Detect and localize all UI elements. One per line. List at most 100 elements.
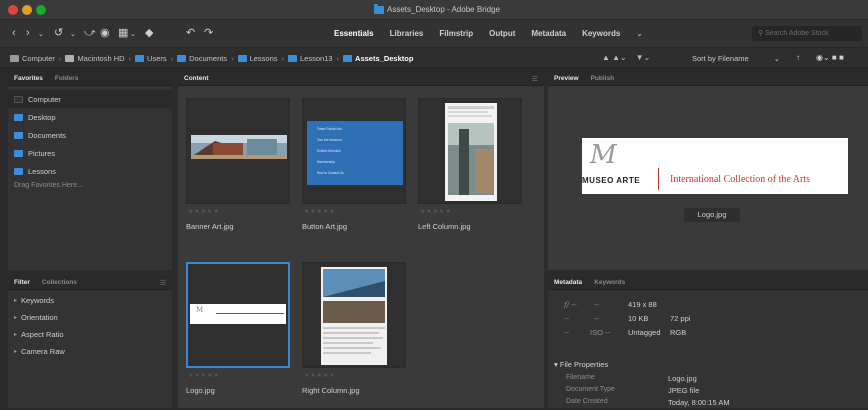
iso-value: ISO --: [590, 328, 610, 337]
crumb-macintosh-hd[interactable]: Macintosh HD: [65, 54, 125, 63]
favorite-pictures[interactable]: Pictures: [8, 144, 172, 162]
metadata-label: Document Type: [566, 386, 615, 393]
close-window-button[interactable]: [8, 5, 18, 15]
tab-filter[interactable]: Filter: [14, 279, 30, 286]
filename-label: Left Column.jpg: [418, 222, 471, 231]
favorite-label: Desktop: [28, 112, 56, 122]
camera-download-icon[interactable]: ◉: [100, 26, 110, 40]
placard-value: --: [594, 314, 599, 323]
refine-icon[interactable]: ▦: [118, 26, 128, 40]
crumb-label: Assets_Desktop: [355, 54, 414, 63]
favorites-drop-hint: Drag Favorites Here...: [14, 182, 83, 189]
tab-metadata[interactable]: Metadata: [554, 279, 582, 286]
favorite-desktop[interactable]: Desktop: [8, 108, 172, 126]
tab-publish[interactable]: Publish: [591, 75, 614, 82]
rating-stars[interactable]: ★★★★★: [420, 208, 452, 215]
favorite-documents[interactable]: Documents: [8, 126, 172, 144]
quality-stars-filter-icon[interactable]: ▲ ▲⌄ ▼⌄: [602, 53, 650, 62]
workspace-output[interactable]: Output: [489, 29, 515, 38]
breadcrumb: Computer › Macintosh HD › Users › Docume…: [10, 54, 413, 63]
thumbnail-logo[interactable]: M: [186, 262, 290, 368]
rotate-right-icon[interactable]: ↷: [204, 26, 213, 40]
favorite-label: Documents: [28, 130, 66, 140]
workspace-keywords[interactable]: Keywords: [582, 29, 620, 38]
crumb-lesson13[interactable]: Lesson13: [288, 54, 333, 63]
preview-panel-tabs: Preview Publish: [548, 72, 868, 86]
filter-orientation[interactable]: ▸ Orientation: [8, 309, 172, 326]
panel-menu-icon[interactable]: ☰: [532, 75, 538, 83]
workspace-libraries[interactable]: Libraries: [390, 29, 424, 38]
open-in-camera-raw-icon[interactable]: ◆: [145, 26, 153, 40]
crumb-lessons[interactable]: Lessons: [237, 54, 278, 63]
content-panel-tabs: Content ☰: [178, 72, 544, 86]
favorite-lessons[interactable]: Lessons: [8, 162, 172, 180]
workspace-filmstrip[interactable]: Filmstrip: [439, 29, 473, 38]
rating-stars[interactable]: ★★★★★: [304, 208, 336, 215]
caret-right-icon: ▸: [14, 332, 18, 338]
tab-collections[interactable]: Collections: [42, 279, 77, 286]
crumb-computer[interactable]: Computer: [10, 54, 55, 63]
new-folder-icon[interactable]: ◉⌄ ■ ■: [816, 53, 844, 62]
preview-image: M MUSEO ARTE International Collection of…: [582, 138, 848, 194]
chevron-down-icon[interactable]: ⌄: [70, 28, 76, 42]
metadata-value: Logo.jpg: [668, 374, 697, 383]
thumbnail-right-column[interactable]: [302, 262, 406, 368]
computer-icon: [10, 55, 19, 62]
tab-content[interactable]: Content: [184, 75, 209, 82]
favorite-label: Lessons: [28, 166, 56, 176]
panel-menu-icon[interactable]: ☰: [160, 279, 166, 287]
logo-divider: [216, 313, 284, 314]
thumbnail-left-column[interactable]: [418, 98, 522, 204]
rating-stars[interactable]: ★★★★★: [188, 372, 220, 379]
chevron-down-icon[interactable]: ⌄: [130, 28, 136, 42]
chevron-right-icon: ›: [58, 54, 62, 63]
logo-left-text: MUSEO ARTE: [582, 176, 641, 185]
file-properties-section[interactable]: ▾ File Properties: [554, 360, 608, 369]
filter-camera-raw[interactable]: ▸ Camera Raw: [8, 343, 172, 360]
favorite-computer[interactable]: Computer: [8, 90, 172, 108]
tab-favorites[interactable]: Favorites: [14, 75, 43, 82]
button-art-line: Tower Rental Info: [317, 127, 342, 131]
favorites-panel-tabs: Favorites Folders: [8, 72, 172, 86]
boomerang-icon[interactable]: ⤻: [84, 26, 96, 40]
recent-folder-icon[interactable]: ↺: [54, 26, 63, 40]
tab-preview[interactable]: Preview: [554, 75, 579, 82]
tab-folders[interactable]: Folders: [55, 75, 78, 82]
crumb-assets-desktop[interactable]: Assets_Desktop: [343, 54, 413, 63]
rating-stars[interactable]: ★★★★★: [304, 372, 336, 379]
thumbnail-button-art[interactable]: Tower Rental Info Tour the Museum Exhibi…: [302, 98, 406, 204]
sort-ascending-icon[interactable]: ↑: [796, 53, 800, 62]
folder-icon: [14, 167, 23, 175]
button-art-line: Exhibit Schedule: [317, 149, 341, 153]
back-icon[interactable]: ‹: [12, 26, 16, 40]
crumb-documents[interactable]: Documents: [177, 54, 227, 63]
forward-icon[interactable]: ›: [26, 26, 30, 40]
thumbnail-banner-art[interactable]: [186, 98, 290, 204]
metadata-label: Filename: [566, 374, 595, 381]
tab-keywords[interactable]: Keywords: [594, 279, 625, 286]
crumb-users[interactable]: Users: [135, 54, 167, 63]
minimize-window-button[interactable]: [22, 5, 32, 15]
rating-stars[interactable]: ★★★★★: [188, 208, 220, 215]
sort-dropdown[interactable]: Sort by Filename ⌄: [688, 52, 784, 65]
crumb-label: Users: [147, 54, 167, 63]
zoom-window-button[interactable]: [36, 5, 46, 15]
preview-panel: Preview Publish M MUSEO ARTE Internation…: [548, 72, 868, 270]
button-art-line: Tour the Museum: [317, 138, 342, 142]
rotate-left-icon[interactable]: ↶: [186, 26, 195, 40]
museo-logo-mark-icon: M: [590, 140, 617, 170]
workspace-metadata[interactable]: Metadata: [531, 29, 566, 38]
folder-icon: [288, 55, 298, 62]
logo-mark-icon: M: [196, 306, 204, 314]
workspace-more-chevron-icon[interactable]: ⌄: [636, 29, 643, 38]
filter-aspect-ratio[interactable]: ▸ Aspect Ratio: [8, 326, 172, 343]
search-adobe-stock-input[interactable]: ⚲ Search Adobe Stock: [752, 26, 862, 41]
chevron-right-icon: ›: [336, 54, 340, 63]
filter-keywords[interactable]: ▸ Keywords: [8, 292, 172, 309]
folder-icon: [135, 55, 145, 62]
workspace-essentials[interactable]: Essentials: [334, 29, 374, 38]
chevron-right-icon: ›: [281, 54, 285, 63]
right-column-image: [321, 267, 387, 365]
metadata-value: Today, 8:00:15 AM: [668, 398, 730, 407]
chevron-down-icon[interactable]: ⌄: [38, 28, 44, 42]
